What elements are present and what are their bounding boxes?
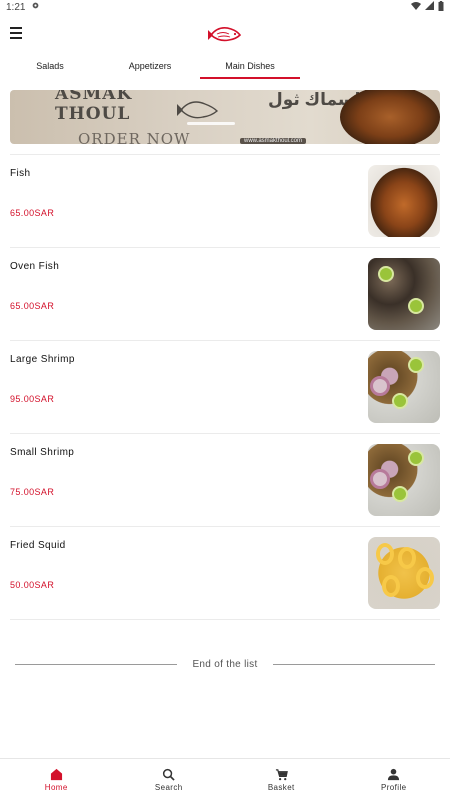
banner-brand: ASMAK THOUL xyxy=(55,90,132,124)
dish-price: 50.00SAR xyxy=(10,580,55,590)
app-bar xyxy=(0,14,450,52)
dish-name: Fried Squid xyxy=(10,540,66,551)
dish-image xyxy=(368,258,440,330)
nav-profile-label: Profile xyxy=(381,782,407,792)
person-icon xyxy=(388,768,400,780)
battery-icon xyxy=(438,0,444,14)
tab-main-dishes[interactable]: Main Dishes xyxy=(200,52,300,79)
divider xyxy=(15,664,178,665)
bottom-nav: Home Search Basket Profile xyxy=(0,758,450,800)
settings-icon xyxy=(31,1,40,13)
list-item[interactable]: Fried Squid 50.00SAR xyxy=(10,526,440,619)
search-icon xyxy=(163,768,175,781)
end-of-list: End of the list xyxy=(0,659,450,670)
signal-icon xyxy=(425,1,434,13)
nav-search[interactable]: Search xyxy=(113,759,226,800)
home-icon xyxy=(50,768,62,780)
nav-profile[interactable]: Profile xyxy=(338,759,450,800)
nav-search-label: Search xyxy=(154,782,183,792)
dish-name: Large Shrimp xyxy=(10,354,75,365)
carousel-indicator xyxy=(187,122,235,125)
dish-image xyxy=(368,351,440,423)
dish-price: 75.00SAR xyxy=(10,487,55,497)
dish-image xyxy=(368,444,440,516)
status-time: 1:21 xyxy=(6,1,26,13)
nav-basket-label: Basket xyxy=(267,782,295,792)
nav-basket[interactable]: Basket xyxy=(225,759,338,800)
end-of-list-label: End of the list xyxy=(192,659,258,670)
list-item[interactable]: Small Shrimp 75.00SAR xyxy=(10,433,440,526)
banner-fish-icon xyxy=(175,94,221,124)
dish-list: Fish 65.00SAR Oven Fish 65.00SAR Large S… xyxy=(0,154,450,620)
list-divider xyxy=(10,619,440,620)
category-tabs: Salads Appetizers Main Dishes xyxy=(0,52,450,79)
dish-name: Oven Fish xyxy=(10,261,60,272)
banner-title-line2: THOUL xyxy=(55,104,131,124)
dish-price: 65.00SAR xyxy=(10,301,55,311)
dish-name: Fish xyxy=(10,168,31,179)
menu-content: ASMAK THOUL اسماك ثول ORDER NOW www.asma… xyxy=(0,79,450,758)
dish-price: 95.00SAR xyxy=(10,394,55,404)
banner-title-line1: ASMAK xyxy=(55,90,133,104)
tab-salads[interactable]: Salads xyxy=(0,52,100,79)
list-item[interactable]: Fish 65.00SAR xyxy=(10,154,440,247)
banner-cta: ORDER NOW xyxy=(78,130,191,144)
menu-icon[interactable] xyxy=(10,24,30,42)
promo-banner[interactable]: ASMAK THOUL اسماك ثول ORDER NOW www.asma… xyxy=(10,90,440,144)
nav-home[interactable]: Home xyxy=(0,759,113,800)
dish-image xyxy=(368,165,440,237)
wifi-icon xyxy=(411,1,421,13)
status-bar: 1:21 xyxy=(0,0,450,14)
dish-price: 65.00SAR xyxy=(10,208,55,218)
list-item[interactable]: Large Shrimp 95.00SAR xyxy=(10,340,440,433)
banner-photo xyxy=(340,90,440,144)
banner-url: www.asmakthoul.com xyxy=(240,138,307,144)
tab-appetizers[interactable]: Appetizers xyxy=(100,52,200,79)
brand-logo xyxy=(205,17,245,49)
nav-home-label: Home xyxy=(44,782,68,792)
list-item[interactable]: Oven Fish 65.00SAR xyxy=(10,247,440,340)
cart-icon xyxy=(275,768,288,780)
dish-name: Small Shrimp xyxy=(10,447,75,458)
dish-image xyxy=(368,537,440,609)
divider xyxy=(272,664,435,665)
